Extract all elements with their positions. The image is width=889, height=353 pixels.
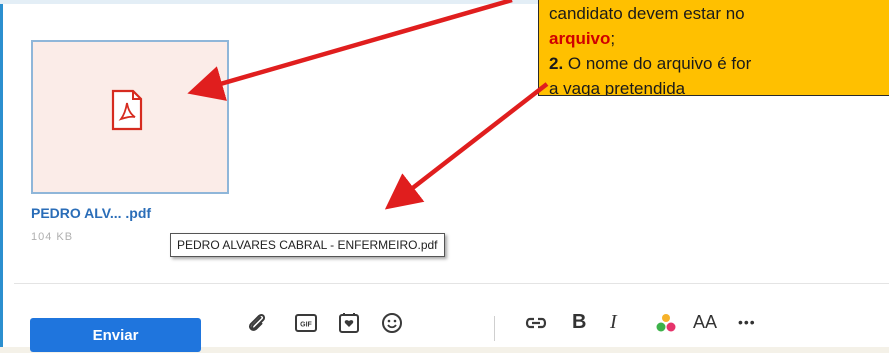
- attachment-file-size: 104 KB: [31, 231, 74, 243]
- attach-icon[interactable]: [244, 310, 270, 336]
- callout-item-number: 2.: [549, 54, 564, 73]
- svg-text:GIF: GIF: [300, 322, 312, 329]
- bold-icon[interactable]: B: [572, 309, 586, 335]
- color-icon[interactable]: [653, 310, 679, 336]
- callout-line-4: a vaga pretendida: [549, 79, 686, 96]
- attachment-thumbnail[interactable]: [31, 40, 229, 194]
- italic-icon[interactable]: I: [610, 309, 617, 335]
- toolbar-divider: [494, 316, 495, 341]
- file-name-tooltip: PEDRO ALVARES CABRAL - ENFERMEIRO.pdf: [170, 233, 445, 257]
- more-icon[interactable]: •••: [738, 309, 756, 335]
- annotation-callout: candidato devem estar no arquivo; 2. O n…: [538, 0, 889, 96]
- callout-line-2-rest: ;: [610, 29, 616, 48]
- sticker-icon[interactable]: [336, 310, 362, 336]
- attachment-file-name[interactable]: PEDRO ALV... .pdf: [31, 205, 151, 221]
- font-size-icon[interactable]: AA: [693, 309, 717, 335]
- callout-line-3: 2. O nome do arquivo é for: [549, 51, 889, 76]
- pdf-icon: [111, 89, 143, 131]
- callout-highlight: arquivo: [549, 29, 611, 48]
- link-icon[interactable]: [523, 310, 549, 336]
- callout-item-text: O nome do arquivo é for: [563, 54, 752, 73]
- gif-icon[interactable]: GIF: [293, 310, 319, 336]
- callout-line-1: candidato devem estar no: [549, 4, 745, 23]
- callout-line-2: arquivo;: [549, 26, 889, 51]
- divider-line: [14, 283, 889, 284]
- emoji-icon[interactable]: [379, 310, 405, 336]
